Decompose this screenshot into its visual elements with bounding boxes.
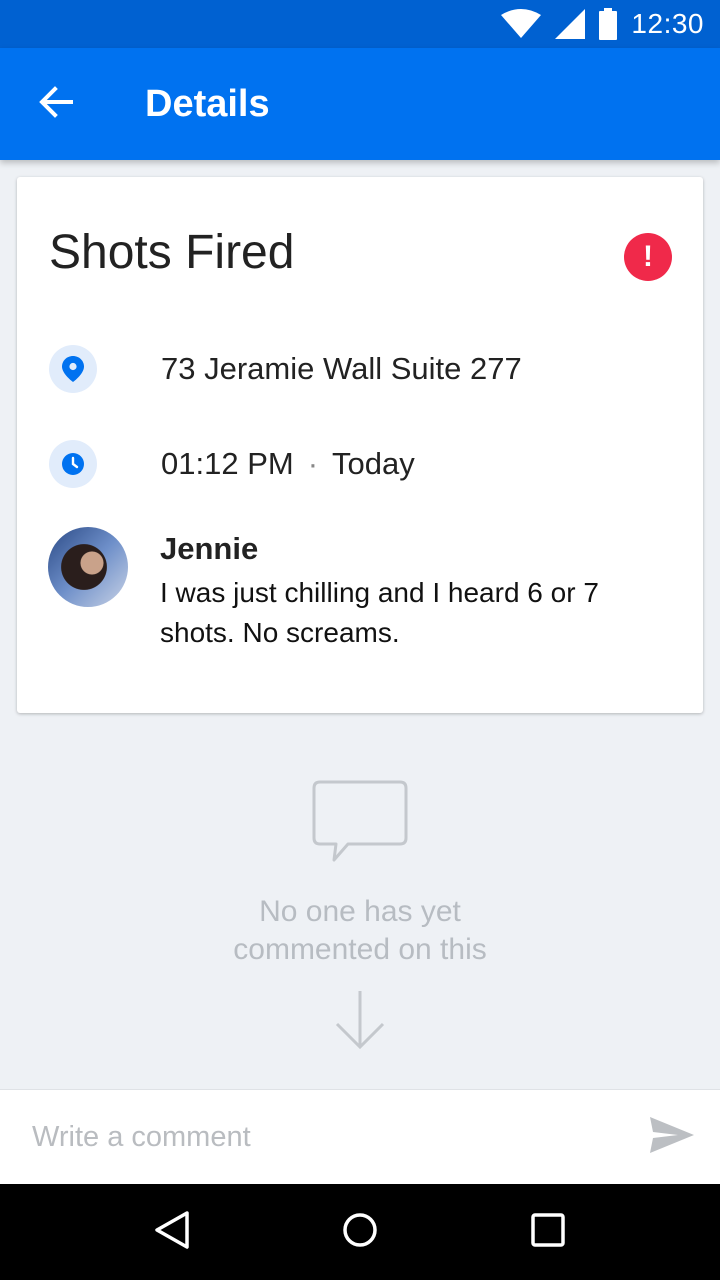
page-title: Details <box>145 82 270 125</box>
incident-card: Shots Fired ! 73 Jeramie Wall Suite 277 <box>17 177 703 713</box>
reporter-text: I was just chilling and I heard 6 or 7 s… <box>160 577 599 648</box>
comment-input[interactable] <box>0 1090 624 1184</box>
chat-bubble-icon <box>312 780 408 871</box>
status-time: 12:30 <box>631 8 704 39</box>
time-row: 01:12 PM · Today <box>49 440 415 488</box>
empty-state-line-1: No one has yet <box>259 895 461 928</box>
wifi-icon <box>501 9 542 39</box>
status-bar: 12:30 <box>0 0 720 48</box>
incident-address: 73 Jeramie Wall Suite 277 <box>161 351 522 386</box>
back-button[interactable] <box>0 48 112 160</box>
arrow-back-icon <box>38 84 74 125</box>
reporter-name: Jennie <box>160 531 259 566</box>
send-button[interactable] <box>624 1090 720 1184</box>
alert-symbol: ! <box>643 240 653 273</box>
location-pin-icon <box>49 345 97 393</box>
app-bar: Details <box>0 48 720 160</box>
empty-state-message: No one has yet commented on this <box>233 893 486 969</box>
nav-recents-button[interactable] <box>500 1184 596 1280</box>
nav-back-button[interactable] <box>124 1184 220 1280</box>
separator-dot: · <box>307 446 319 481</box>
reporter-comment-body: Jennie I was just chilling and I heard 6… <box>160 527 630 653</box>
send-icon <box>650 1116 694 1158</box>
avatar[interactable] <box>48 527 128 607</box>
empty-state-line-2: commented on this <box>233 933 487 966</box>
incident-title: Shots Fired <box>49 226 295 279</box>
arrow-down-icon <box>334 989 386 1056</box>
triangle-back-icon <box>153 1210 191 1255</box>
nav-home-button[interactable] <box>312 1184 408 1280</box>
alert-icon: ! <box>624 233 672 281</box>
reporter-comment: Jennie I was just chilling and I heard 6… <box>48 527 630 653</box>
square-recents-icon <box>531 1212 565 1252</box>
empty-comments-state: No one has yet commented on this <box>0 780 720 1056</box>
incident-time: 01:12 PM · Today <box>161 446 415 482</box>
location-row: 73 Jeramie Wall Suite 277 <box>49 345 522 393</box>
signal-icon <box>555 9 586 39</box>
battery-icon <box>599 8 618 40</box>
incident-day: Today <box>332 446 415 481</box>
clock-icon <box>49 440 97 488</box>
comment-bar <box>0 1089 720 1184</box>
circle-home-icon <box>342 1212 378 1253</box>
incident-time-value: 01:12 PM <box>161 446 294 481</box>
details-screen: 12:30 Details Shots Fired ! 73 Jeramie W… <box>0 0 720 1280</box>
system-nav-bar <box>0 1184 720 1280</box>
